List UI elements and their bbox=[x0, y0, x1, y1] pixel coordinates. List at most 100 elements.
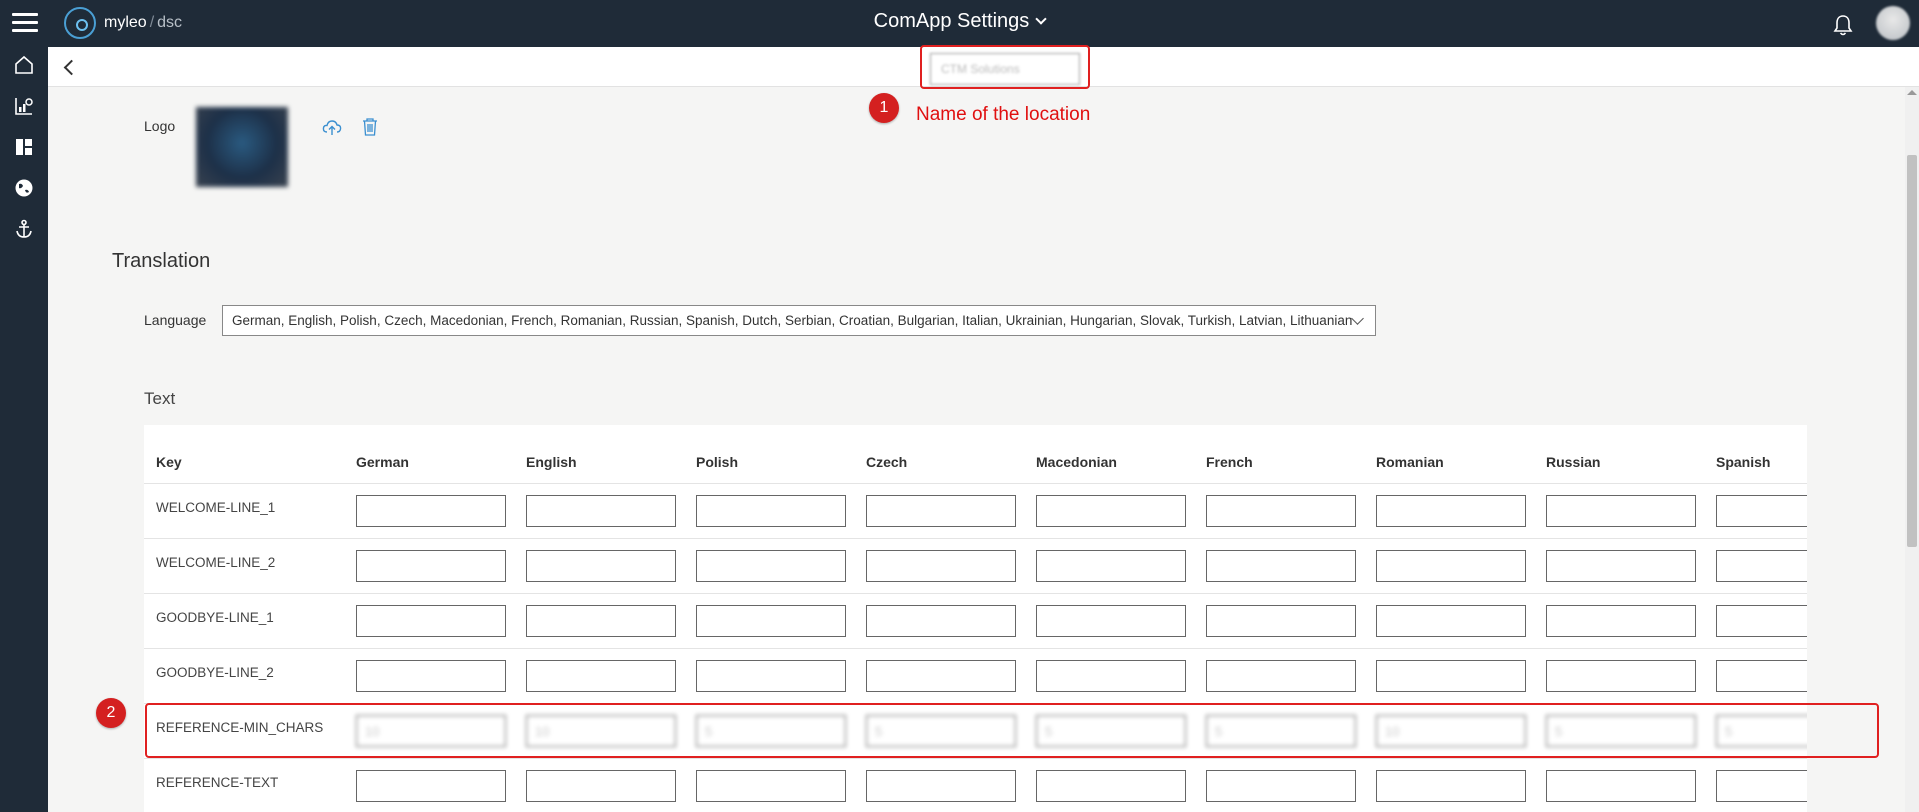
nav-analytics[interactable] bbox=[0, 88, 48, 128]
translation-cell-input[interactable] bbox=[696, 605, 846, 637]
translation-cell-input[interactable] bbox=[1376, 605, 1526, 637]
annotation-box-2 bbox=[145, 703, 1879, 758]
app-title: ComApp Settings bbox=[873, 10, 1030, 32]
trash-icon[interactable] bbox=[361, 117, 379, 137]
translation-cell-input[interactable] bbox=[866, 550, 1016, 582]
table-row: GOODBYE-LINE_1 bbox=[144, 594, 1807, 649]
table-row: WELCOME-LINE_1 bbox=[144, 484, 1807, 539]
scroll-up-arrow-icon[interactable] bbox=[1907, 90, 1917, 95]
globe-icon bbox=[14, 178, 34, 203]
column-header-key: Key bbox=[156, 454, 182, 470]
row-key: WELCOME-LINE_2 bbox=[156, 555, 276, 570]
translation-cell-input[interactable] bbox=[1716, 605, 1807, 637]
translation-cell-input[interactable] bbox=[356, 495, 506, 527]
nav-anchor[interactable] bbox=[0, 211, 48, 251]
translation-cell-input[interactable] bbox=[526, 550, 676, 582]
translation-cell-input[interactable] bbox=[866, 770, 1016, 802]
row-key: REFERENCE-TEXT bbox=[156, 775, 279, 790]
translation-cell-input[interactable] bbox=[356, 660, 506, 692]
translation-cell-input[interactable] bbox=[1376, 660, 1526, 692]
annotation-box-1 bbox=[920, 45, 1090, 89]
translation-cell-input[interactable] bbox=[526, 660, 676, 692]
nav-globe[interactable] bbox=[0, 170, 48, 210]
chevron-down-icon bbox=[1351, 312, 1364, 325]
anchor-icon bbox=[14, 219, 34, 244]
translation-cell-input[interactable] bbox=[1036, 660, 1186, 692]
translation-cell-input[interactable] bbox=[1546, 550, 1696, 582]
column-header: Macedonian bbox=[1036, 454, 1117, 470]
side-nav bbox=[0, 47, 48, 812]
translation-title: Translation bbox=[112, 250, 211, 272]
translation-cell-input[interactable] bbox=[356, 550, 506, 582]
translation-cell-input[interactable] bbox=[526, 495, 676, 527]
column-header: Romanian bbox=[1376, 454, 1444, 470]
translation-cell-input[interactable] bbox=[866, 495, 1016, 527]
table-row: WELCOME-LINE_2 bbox=[144, 539, 1807, 594]
top-bar: myleo / dsc ComApp Settings bbox=[0, 0, 1919, 47]
translation-cell-input[interactable] bbox=[1546, 770, 1696, 802]
logo-image bbox=[196, 107, 288, 187]
translation-cell-input[interactable] bbox=[1036, 605, 1186, 637]
column-header: Spanish bbox=[1716, 454, 1771, 470]
translation-cell-input[interactable] bbox=[1716, 660, 1807, 692]
translation-cell-input[interactable] bbox=[1376, 495, 1526, 527]
upload-icon[interactable] bbox=[322, 118, 342, 138]
annotation-badge-2: 2 bbox=[96, 698, 126, 728]
table-row: GOODBYE-LINE_2 bbox=[144, 649, 1807, 704]
text-section-label: Text bbox=[144, 389, 176, 408]
column-header: English bbox=[526, 454, 577, 470]
row-key: GOODBYE-LINE_2 bbox=[156, 665, 274, 680]
language-select[interactable]: German, English, Polish, Czech, Macedoni… bbox=[222, 305, 1376, 336]
translation-cell-input[interactable] bbox=[1206, 495, 1356, 527]
translation-cell-input[interactable] bbox=[1376, 770, 1526, 802]
translation-cell-input[interactable] bbox=[696, 660, 846, 692]
translation-cell-input[interactable] bbox=[696, 770, 846, 802]
brand-separator: / bbox=[149, 14, 155, 31]
row-key: GOODBYE-LINE_1 bbox=[156, 610, 274, 625]
translation-cell-input[interactable] bbox=[1716, 770, 1807, 802]
avatar[interactable] bbox=[1876, 6, 1910, 40]
brand-text: myleo / dsc bbox=[104, 14, 182, 32]
table-row: REFERENCE-TEXT bbox=[144, 759, 1807, 812]
column-header: German bbox=[356, 454, 409, 470]
analytics-icon bbox=[14, 96, 34, 121]
nav-home[interactable] bbox=[0, 47, 48, 87]
scrollbar-thumb[interactable] bbox=[1907, 155, 1917, 547]
translation-cell-input[interactable] bbox=[526, 770, 676, 802]
translation-cell-input[interactable] bbox=[1716, 550, 1807, 582]
translation-cell-input[interactable] bbox=[1036, 495, 1186, 527]
translation-cell-input[interactable] bbox=[866, 660, 1016, 692]
translation-cell-input[interactable] bbox=[1546, 495, 1696, 527]
translation-cell-input[interactable] bbox=[1546, 605, 1696, 637]
translation-cell-input[interactable] bbox=[696, 495, 846, 527]
translation-cell-input[interactable] bbox=[526, 605, 676, 637]
translation-cell-input[interactable] bbox=[1546, 660, 1696, 692]
translation-cell-input[interactable] bbox=[356, 605, 506, 637]
dashboard-icon bbox=[15, 138, 33, 161]
translation-cell-input[interactable] bbox=[1206, 660, 1356, 692]
app-title-wrap: ComApp Settings bbox=[0, 10, 1919, 33]
column-header: Czech bbox=[866, 454, 908, 470]
app-title-dropdown[interactable]: ComApp Settings bbox=[873, 10, 1047, 33]
bell-icon[interactable] bbox=[1832, 14, 1854, 36]
translation-cell-input[interactable] bbox=[1376, 550, 1526, 582]
menu-icon[interactable] bbox=[12, 13, 38, 33]
brand[interactable]: myleo / dsc bbox=[64, 6, 182, 40]
translation-cell-input[interactable] bbox=[1036, 550, 1186, 582]
translation-cell-input[interactable] bbox=[696, 550, 846, 582]
home-icon bbox=[14, 55, 34, 80]
back-button[interactable] bbox=[62, 59, 78, 75]
translation-cell-input[interactable] bbox=[1206, 605, 1356, 637]
translation-cell-input[interactable] bbox=[356, 770, 506, 802]
translation-cell-input[interactable] bbox=[866, 605, 1016, 637]
nav-dashboard[interactable] bbox=[0, 129, 48, 169]
column-header: French bbox=[1206, 454, 1253, 470]
logo-label: Logo bbox=[144, 118, 176, 134]
brand-logo-icon bbox=[64, 7, 96, 39]
chevron-down-icon bbox=[1035, 13, 1047, 25]
translation-cell-input[interactable] bbox=[1716, 495, 1807, 527]
translation-cell-input[interactable] bbox=[1036, 770, 1186, 802]
translation-cell-input[interactable] bbox=[1206, 770, 1356, 802]
translation-cell-input[interactable] bbox=[1206, 550, 1356, 582]
annotation-badge-1: 1 bbox=[869, 93, 899, 123]
